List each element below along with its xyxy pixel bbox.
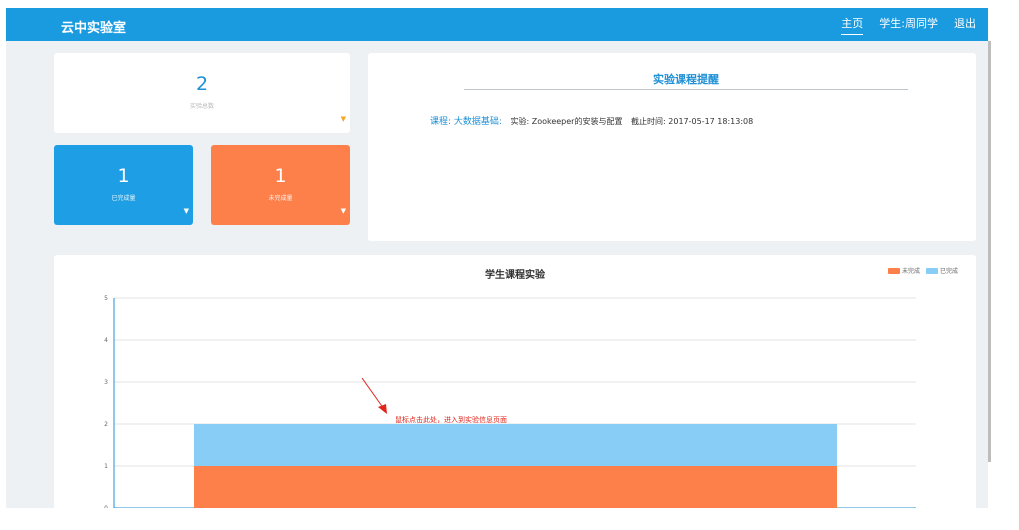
uncompleted-card[interactable]: 1 未完成量 ▼ — [211, 145, 350, 225]
main-content: 2 实验总数 ▼ 1 已完成量 ▼ 1 未完成量 ▼ 实验课程提醒 课程: 大数… — [6, 41, 988, 508]
top-navbar: 云中实验室 主页 学生:周同学 退出 — [6, 8, 988, 41]
uncompleted-value: 1 — [274, 165, 287, 187]
y-tick-label: 5 — [104, 295, 108, 302]
y-tick-label: 0 — [104, 505, 108, 508]
nav-menu: 主页 学生:周同学 退出 — [841, 8, 976, 41]
caret-down-icon[interactable]: ▼ — [341, 207, 346, 215]
completed-value: 1 — [117, 165, 130, 187]
course-chart-card: 学生课程实验 未完成 已完成 0 1 2 3 4 5 鼠标点击此处，进入到实验信息页面 — [54, 255, 976, 508]
chart-plot[interactable]: 0 1 2 3 4 5 鼠标点击此处，进入到实验信息页面 — [54, 255, 976, 508]
annotation-text: 鼠标点击此处，进入到实验信息页面 — [395, 415, 507, 424]
annotation-arrow-line — [361, 377, 385, 410]
caret-down-icon[interactable]: ▼ — [184, 207, 189, 215]
y-tick-label: 4 — [104, 337, 108, 344]
scrollbar[interactable] — [988, 41, 991, 462]
y-tick-label: 2 — [104, 421, 108, 428]
caret-down-icon[interactable]: ▼ — [341, 115, 346, 123]
total-experiments-card[interactable]: 2 实验总数 ▼ — [54, 53, 350, 133]
y-tick-label: 1 — [104, 463, 108, 470]
reminder-row[interactable]: 课程: 大数据基础: 实验: Zookeeper的安装与配置 截止时间: 201… — [430, 114, 753, 127]
uncompleted-label: 未完成量 — [268, 195, 293, 202]
y-tick-label: 3 — [104, 379, 108, 386]
completed-card[interactable]: 1 已完成量 ▼ — [54, 145, 193, 225]
nav-logout-link[interactable]: 退出 — [954, 15, 976, 34]
completed-label: 已完成量 — [111, 195, 136, 202]
bar-done[interactable] — [194, 424, 837, 466]
nav-home-link[interactable]: 主页 — [841, 15, 864, 35]
total-experiments-label: 实验总数 — [189, 103, 214, 110]
brand-logo[interactable]: 云中实验室 — [61, 17, 126, 36]
course-reminder-panel: 实验课程提醒 课程: 大数据基础: 实验: Zookeeper的安装与配置 截止… — [368, 53, 976, 241]
nav-student-link[interactable]: 学生:周同学 — [879, 15, 938, 34]
reminder-course[interactable]: 课程: 大数据基础: — [430, 117, 502, 127]
reminder-deadline: 截止时间: 2017-05-17 18:13:08 — [631, 117, 754, 126]
total-experiments-value: 2 — [195, 73, 209, 95]
bar-undone[interactable] — [194, 466, 837, 508]
annotation-arrowhead — [378, 404, 387, 414]
reminder-experiment[interactable]: 实验: Zookeeper的安装与配置 — [510, 117, 622, 126]
reminder-title: 实验课程提醒 — [464, 71, 908, 90]
